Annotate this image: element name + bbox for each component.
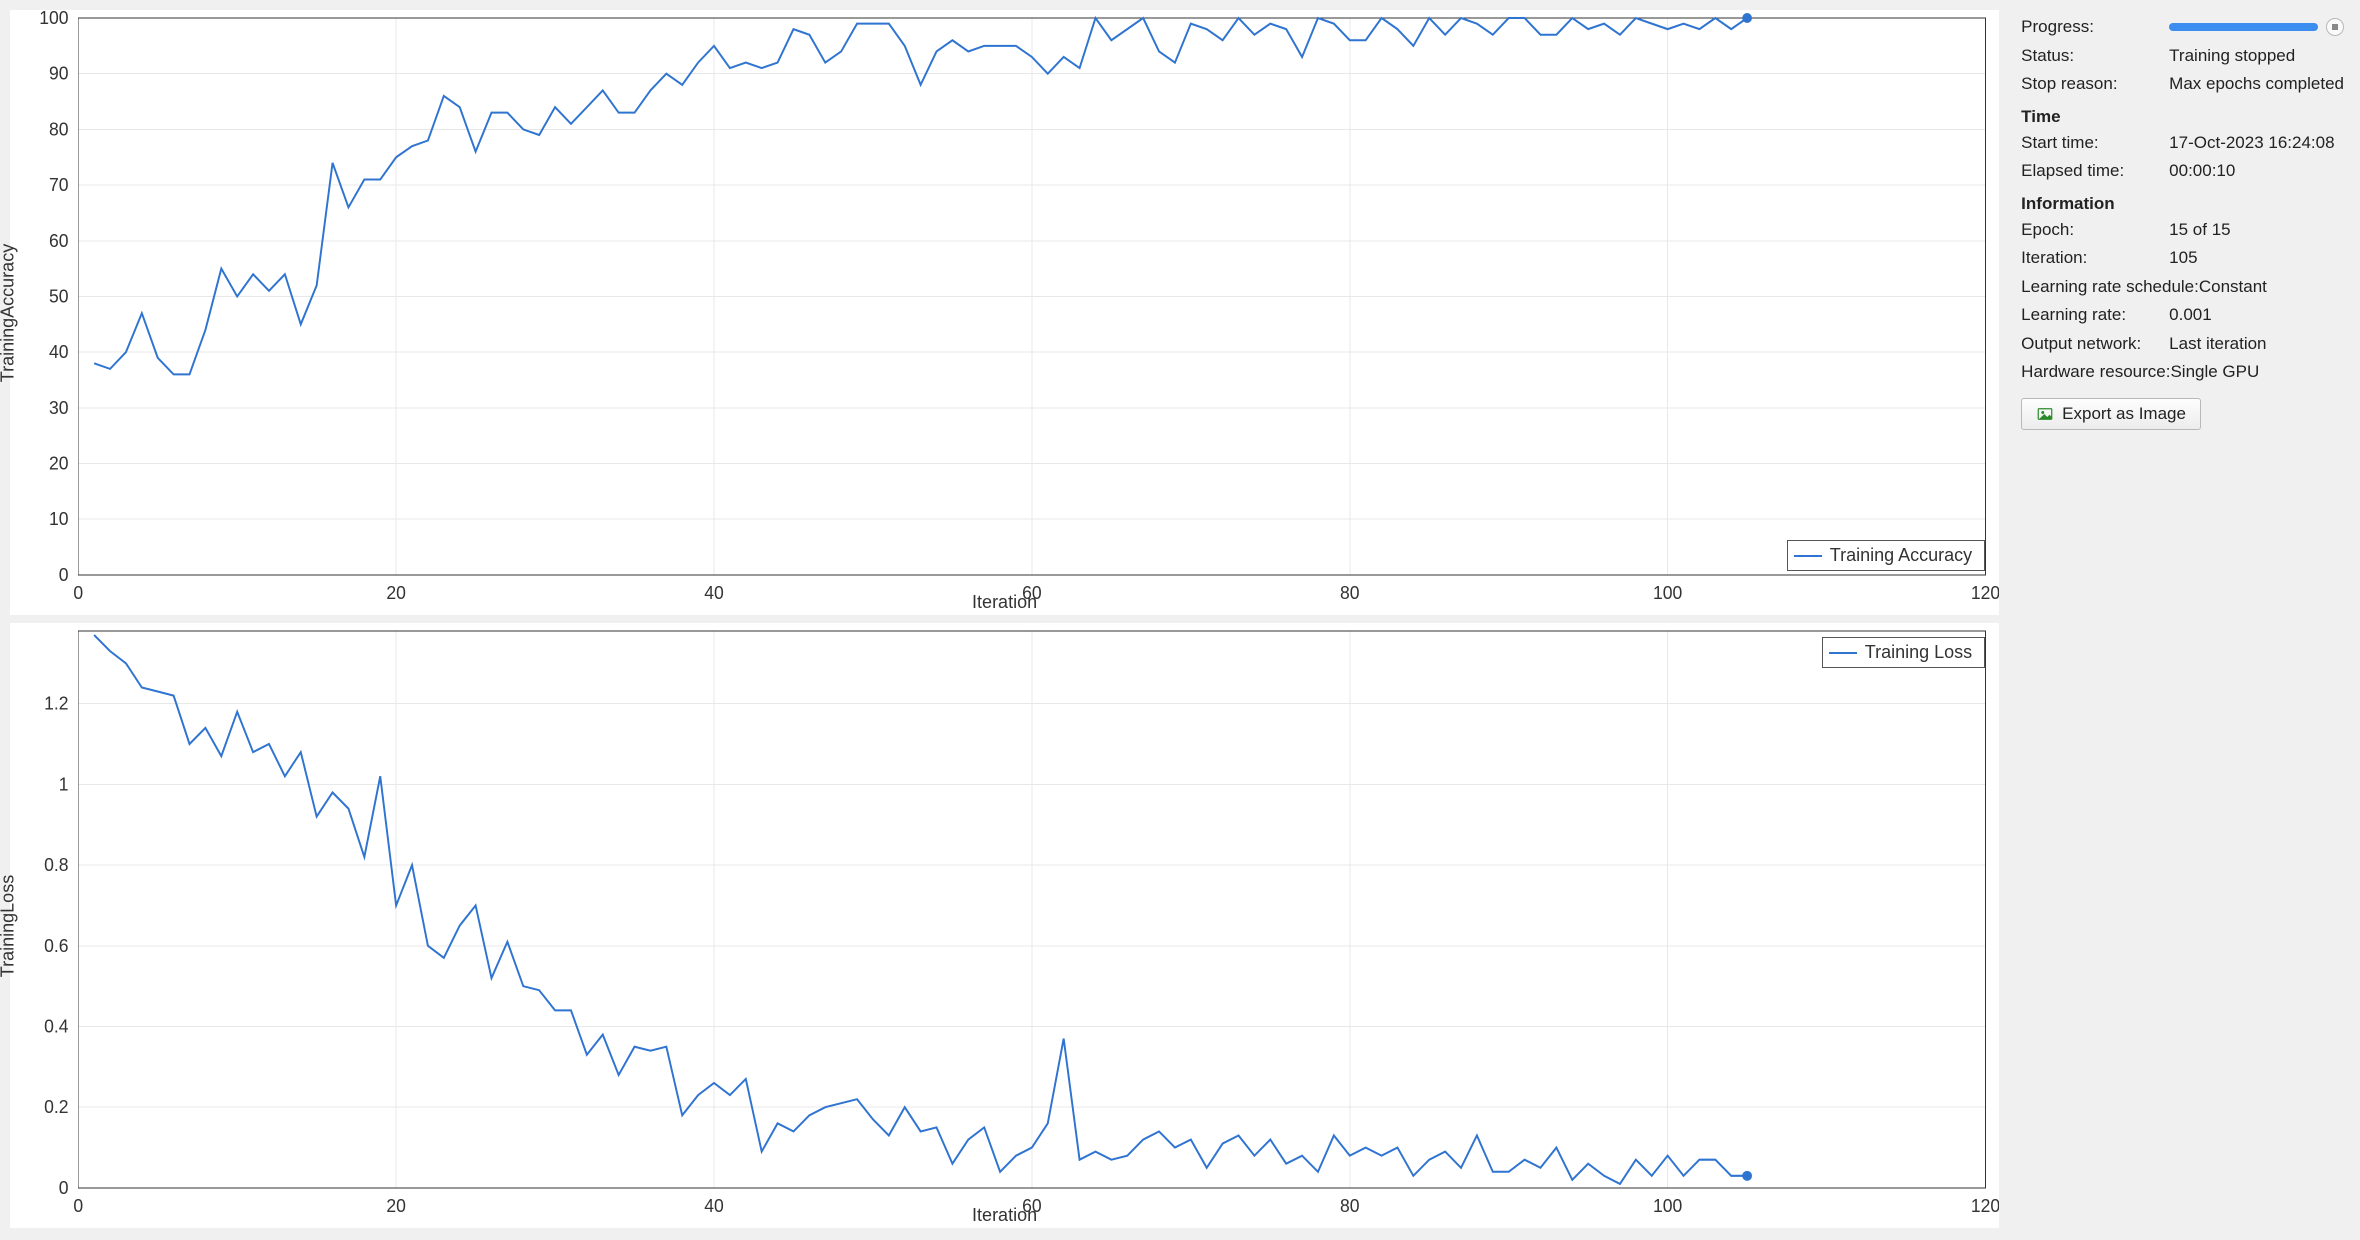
legend-label: Training Loss (1865, 642, 1972, 663)
progress-row: Progress: (2021, 14, 2344, 40)
lrate-label: Learning rate: (2021, 302, 2169, 328)
iteration-row: Iteration: 105 (2021, 245, 2344, 271)
svg-text:20: 20 (386, 583, 406, 603)
svg-text:1: 1 (59, 774, 69, 794)
hw-row: Hardware resource: Single GPU (2021, 359, 2344, 385)
svg-text:30: 30 (49, 398, 69, 418)
svg-text:0: 0 (59, 565, 69, 585)
svg-text:120: 120 (1971, 1196, 1999, 1216)
epoch-label: Epoch: (2021, 217, 2169, 243)
lrate-row: Learning rate: 0.001 (2021, 302, 2344, 328)
stopreason-row: Stop reason: Max epochs completed (2021, 71, 2344, 97)
export-as-image-button[interactable]: Export as Image (2021, 398, 2201, 430)
legend-loss[interactable]: Training Loss (1822, 637, 1985, 668)
starttime-row: Start time: 17-Oct-2023 16:24:08 (2021, 130, 2344, 156)
chart-loss[interactable]: TrainingLossIteration00.20.40.60.811.202… (10, 623, 1999, 1228)
svg-text:50: 50 (49, 286, 69, 306)
status-label: Status: (2021, 43, 2169, 69)
xlabel-accuracy: Iteration (972, 592, 1037, 613)
svg-text:0: 0 (59, 1178, 69, 1198)
elapsed-value: 00:00:10 (2169, 158, 2344, 184)
hw-value: Single GPU (2170, 359, 2344, 385)
svg-text:80: 80 (49, 119, 69, 139)
information-header: Information (2021, 194, 2344, 214)
progress-bar (2169, 23, 2318, 31)
status-value: Training stopped (2169, 43, 2344, 69)
svg-text:40: 40 (704, 1196, 724, 1216)
svg-text:10: 10 (49, 509, 69, 529)
svg-text:0: 0 (73, 583, 83, 603)
svg-text:90: 90 (49, 64, 69, 84)
svg-text:0.8: 0.8 (44, 855, 68, 875)
outnet-label: Output network: (2021, 331, 2169, 357)
svg-text:20: 20 (386, 1196, 406, 1216)
chart-accuracy[interactable]: TrainingAccuracyIteration010203040506070… (10, 10, 1999, 615)
legend-swatch (1829, 652, 1857, 654)
stopreason-label: Stop reason: (2021, 71, 2169, 97)
legend-label: Training Accuracy (1830, 545, 1972, 566)
ylabel-accuracy: TrainingAccuracy (0, 243, 19, 381)
svg-text:80: 80 (1340, 583, 1360, 603)
training-info-panel: Progress: Status: Training stopped Stop … (2007, 0, 2360, 1240)
stopreason-value: Max epochs completed (2169, 71, 2344, 97)
export-label: Export as Image (2062, 404, 2186, 424)
legend-swatch (1794, 555, 1822, 557)
svg-text:1.2: 1.2 (44, 693, 68, 713)
svg-text:40: 40 (49, 342, 69, 362)
epoch-value: 15 of 15 (2169, 217, 2344, 243)
time-header: Time (2021, 107, 2344, 127)
starttime-value: 17-Oct-2023 16:24:08 (2169, 130, 2344, 156)
svg-text:0.6: 0.6 (44, 936, 68, 956)
outnet-row: Output network: Last iteration (2021, 331, 2344, 357)
image-export-icon (2036, 405, 2054, 423)
progress-label: Progress: (2021, 14, 2169, 40)
iteration-value: 105 (2169, 245, 2344, 271)
hw-label: Hardware resource: (2021, 359, 2170, 385)
lrsched-value: Constant (2199, 274, 2344, 300)
svg-text:60: 60 (49, 231, 69, 251)
svg-text:80: 80 (1340, 1196, 1360, 1216)
legend-accuracy[interactable]: Training Accuracy (1787, 540, 1985, 571)
elapsed-label: Elapsed time: (2021, 158, 2169, 184)
svg-text:20: 20 (49, 453, 69, 473)
svg-text:100: 100 (1653, 583, 1682, 603)
svg-text:40: 40 (704, 583, 724, 603)
svg-text:0.2: 0.2 (44, 1097, 68, 1117)
epoch-row: Epoch: 15 of 15 (2021, 217, 2344, 243)
lrsched-label: Learning rate schedule: (2021, 274, 2199, 300)
outnet-value: Last iteration (2169, 331, 2344, 357)
xlabel-loss: Iteration (972, 1205, 1037, 1226)
starttime-label: Start time: (2021, 130, 2169, 156)
iteration-label: Iteration: (2021, 245, 2169, 271)
svg-text:0: 0 (73, 1196, 83, 1216)
lrsched-row: Learning rate schedule: Constant (2021, 274, 2344, 300)
svg-text:70: 70 (49, 175, 69, 195)
svg-text:0.4: 0.4 (44, 1016, 68, 1036)
svg-text:120: 120 (1971, 583, 1999, 603)
svg-text:100: 100 (39, 10, 68, 28)
svg-text:100: 100 (1653, 1196, 1682, 1216)
elapsed-row: Elapsed time: 00:00:10 (2021, 158, 2344, 184)
status-row: Status: Training stopped (2021, 43, 2344, 69)
ylabel-loss: TrainingLoss (0, 874, 19, 976)
stop-training-button[interactable] (2326, 18, 2344, 36)
lrate-value: 0.001 (2169, 302, 2344, 328)
